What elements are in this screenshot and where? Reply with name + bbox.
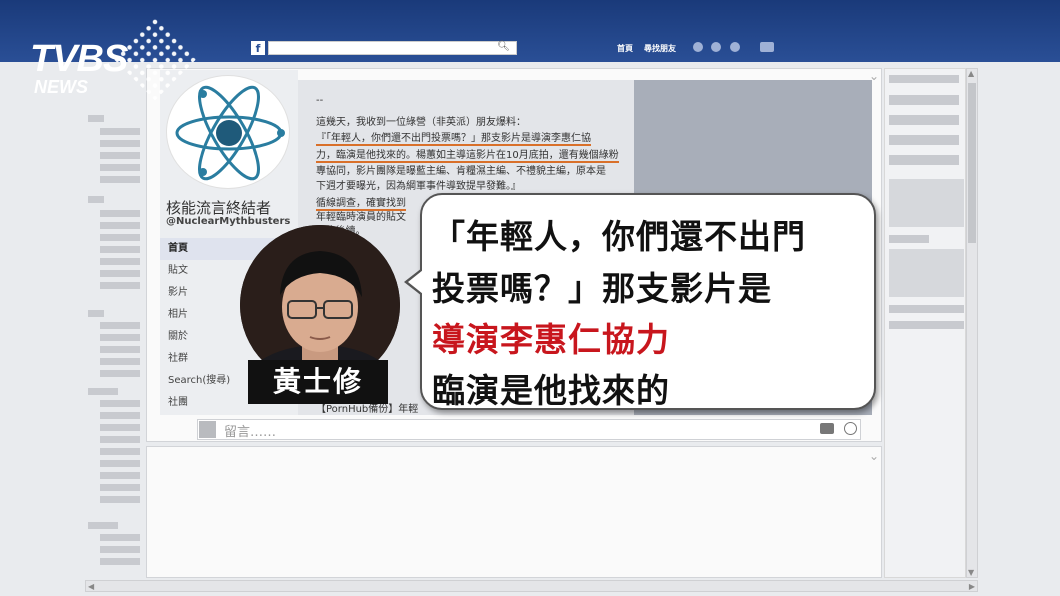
post-text-line: 這幾天，我收到一位綠營（非英派）朋友爆料：: [316, 117, 526, 128]
quote-line-1: 「年輕人，你們還不出門: [432, 217, 806, 256]
vertical-scrollbar[interactable]: ▲ ▼: [966, 68, 978, 578]
page-avatar[interactable]: [166, 75, 290, 189]
friend-requests-icon[interactable]: [693, 42, 703, 52]
scrollbar-thumb[interactable]: [968, 83, 976, 243]
horizontal-scrollbar[interactable]: ◀ ▶: [85, 580, 978, 592]
search-input[interactable]: 🔍︎: [268, 41, 517, 55]
quote-line-4: 臨演是他找來的: [432, 371, 670, 410]
quote-line-2: 投票嗎？」那支影片是: [432, 269, 772, 308]
messages-icon[interactable]: [711, 42, 721, 52]
facebook-logo-icon[interactable]: f: [251, 41, 265, 55]
scroll-left-arrow-icon[interactable]: ◀: [88, 582, 94, 591]
comment-placeholder[interactable]: 留言……: [224, 421, 276, 440]
camera-icon[interactable]: [820, 423, 834, 434]
nav-home-link[interactable]: 首頁: [617, 43, 633, 54]
comment-input[interactable]: [197, 419, 861, 440]
post-text-line: 力，臨演是他找來的。楊蕙如主導這影片在10月底拍，還有幾個綠粉: [316, 146, 619, 163]
tvbs-news-label: NEWS: [34, 77, 88, 97]
post-text-line: 『「年輕人，你們還不出門投票嗎？」那支影片是導演李惠仁協: [316, 129, 591, 146]
chevron-down-icon[interactable]: ⌄: [869, 449, 879, 463]
speaker-name-caption: 黃士修: [248, 360, 388, 404]
nav-find-friends-link[interactable]: 尋找朋友: [644, 43, 676, 54]
scroll-up-arrow-icon[interactable]: ▲: [968, 69, 974, 78]
right-sidebar: [884, 68, 966, 578]
atom-logo-icon: [175, 85, 285, 181]
user-avatar-icon: [199, 421, 216, 438]
account-menu-icon[interactable]: [760, 42, 774, 52]
post-text-line: --: [316, 95, 324, 106]
quote-line-3-highlight: 導演李惠仁協力: [432, 320, 670, 359]
scroll-down-arrow-icon[interactable]: ▼: [968, 568, 974, 577]
post-text-line: 下週才要曝光，因為綱軍事件導致提早發難。』: [316, 181, 521, 192]
search-icon[interactable]: 🔍︎: [497, 41, 510, 52]
post-text-line: 專協同，影片團隊是曝藍主編、肯糧濕主編、不禮貌主編，原本是: [316, 166, 606, 177]
page-handle: @NuclearMythbusters: [166, 216, 291, 227]
emoji-icon[interactable]: [844, 422, 857, 435]
notifications-icon[interactable]: [730, 42, 740, 52]
scroll-right-arrow-icon[interactable]: ▶: [969, 582, 975, 591]
page-name: 核能流言終結者: [166, 199, 272, 217]
feed-panel: ⌄: [146, 446, 882, 578]
post-text-line: 年輕臨時演員的貼文: [316, 212, 406, 223]
tvbs-news-watermark: TVBS NEWS: [30, 15, 198, 101]
